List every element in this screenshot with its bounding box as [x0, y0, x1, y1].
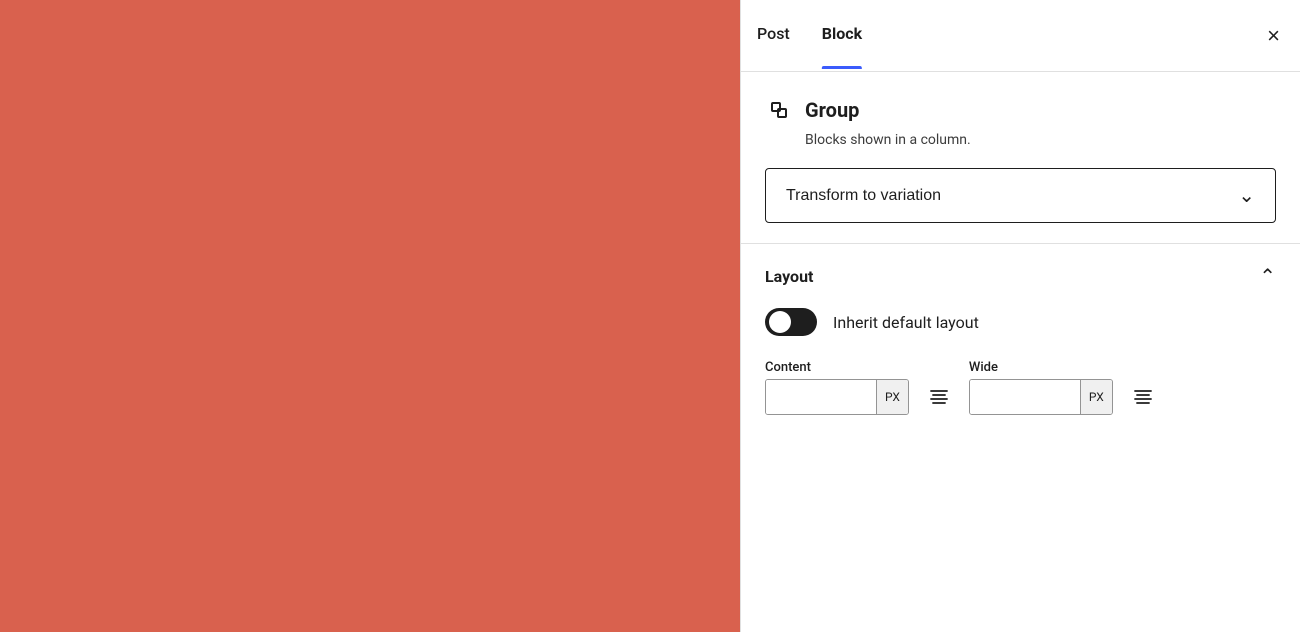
block-section: Group Blocks shown in a column. Transfor… — [741, 72, 1300, 244]
content-wide-row: Content PX Wide P — [765, 360, 1276, 415]
transform-dropdown[interactable]: Transform to variation ⌄ — [765, 168, 1276, 223]
sidebar-header: Post Block × — [741, 0, 1300, 72]
sidebar: Post Block × Group Blocks shown in a col… — [740, 0, 1300, 632]
content-input-group: Content PX — [765, 360, 909, 415]
group-icon — [765, 96, 793, 124]
layout-section: Layout ⌃ Inherit default layout Content … — [741, 244, 1300, 435]
content-align-icon[interactable] — [921, 379, 957, 415]
wide-input[interactable] — [970, 380, 1080, 414]
content-input-with-unit: PX — [765, 379, 909, 415]
layout-header: Layout ⌃ — [765, 264, 1276, 288]
transform-dropdown-label: Transform to variation — [786, 187, 941, 205]
toggle-row: Inherit default layout — [765, 308, 1276, 336]
toggle-knob — [769, 311, 791, 333]
chevron-down-icon: ⌄ — [1238, 183, 1255, 208]
inherit-layout-toggle[interactable] — [765, 308, 817, 336]
canvas-area — [0, 0, 740, 632]
block-description: Blocks shown in a column. — [805, 132, 1276, 148]
block-header: Group — [765, 96, 1276, 124]
chevron-up-icon[interactable]: ⌃ — [1259, 264, 1276, 288]
content-label: Content — [765, 360, 909, 375]
tab-block[interactable]: Block — [822, 24, 862, 47]
wide-align-icon[interactable] — [1125, 379, 1161, 415]
wide-unit: PX — [1080, 380, 1112, 414]
inherit-layout-label: Inherit default layout — [833, 313, 979, 332]
block-title: Group — [805, 98, 859, 122]
wide-label: Wide — [969, 360, 1113, 375]
content-input[interactable] — [766, 380, 876, 414]
tab-group: Post Block — [757, 24, 1263, 47]
close-button[interactable]: × — [1263, 21, 1284, 51]
wide-input-group: Wide PX — [969, 360, 1113, 415]
content-unit: PX — [876, 380, 908, 414]
wide-input-with-unit: PX — [969, 379, 1113, 415]
layout-title: Layout — [765, 267, 813, 286]
tab-post[interactable]: Post — [757, 24, 790, 47]
